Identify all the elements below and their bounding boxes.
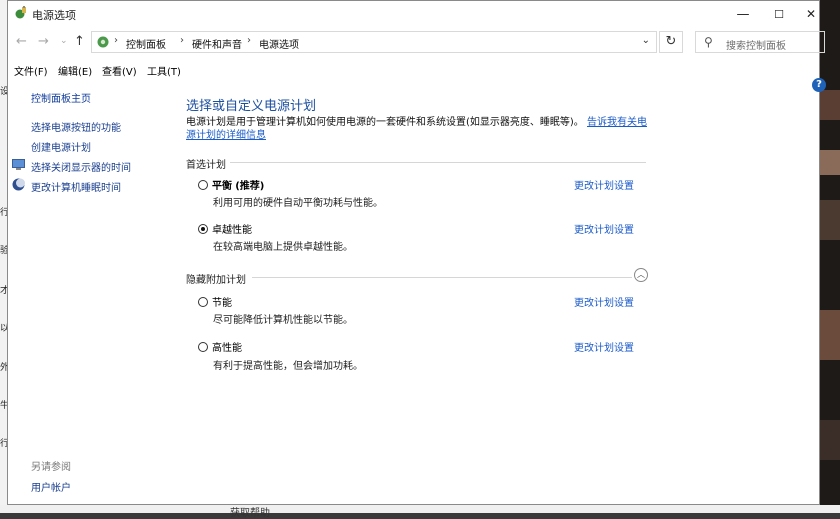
user-accounts-link[interactable]: 用户帐户 xyxy=(31,479,71,494)
collapse-chevron-up-icon[interactable]: ︿ xyxy=(634,268,648,282)
menu-edit[interactable]: 编辑(E) xyxy=(58,63,92,78)
search-box[interactable]: ⚲ 搜索控制面板 xyxy=(695,31,825,53)
maximize-button[interactable]: ☐ xyxy=(762,1,796,27)
plan-name-balanced-text: 平衡 xyxy=(212,181,232,192)
close-button[interactable]: ✕ xyxy=(794,1,828,27)
background-photo-strip xyxy=(820,0,840,513)
address-dropdown-chevron-icon[interactable]: ⌄ xyxy=(642,35,650,46)
plan-desc-high-performance: 有利于提高性能，但会增加功耗。 xyxy=(213,361,363,372)
plan-radio-power-saver[interactable] xyxy=(198,297,208,307)
search-icon: ⚲ xyxy=(704,35,713,49)
plan-name-power-saver: 节能 xyxy=(212,298,232,309)
sidebar-item-power-button-function[interactable]: 选择电源按钮的功能 xyxy=(31,119,121,134)
plan-desc-balanced: 利用可用的硬件自动平衡功耗与性能。 xyxy=(213,198,383,209)
description-text: 电源计划是用于管理计算机如何使用电源的一套硬件和系统设置(如显示器亮度、睡眠等)… xyxy=(186,117,584,128)
menu-view[interactable]: 查看(V) xyxy=(102,63,137,78)
window-title: 电源选项 xyxy=(32,9,76,22)
background-window-bottom xyxy=(0,505,840,513)
power-options-window: 电源选项 — ☐ ✕ ← → ⌄ ↑ › 控制面板 › 硬件和声音 › 电源选项… xyxy=(7,0,825,505)
refresh-button[interactable]: ↻ xyxy=(659,31,683,53)
change-plan-settings-link-power-saver[interactable]: 更改计划设置 xyxy=(574,294,634,309)
control-panel-icon xyxy=(97,36,109,48)
page-description: 电源计划是用于管理计算机如何使用电源的一套硬件和系统设置(如显示器亮度、睡眠等)… xyxy=(186,116,648,142)
plan-recommended-suffix: (推荐) xyxy=(235,181,265,192)
breadcrumb-separator[interactable]: › xyxy=(180,35,184,46)
plan-name-high-performance: 高性能 xyxy=(212,343,242,354)
refresh-icon: ↻ xyxy=(665,34,677,49)
preferred-plans-heading: 首选计划 xyxy=(186,160,226,171)
plan-radio-ultimate-performance[interactable] xyxy=(198,224,208,234)
change-plan-settings-link-ultimate[interactable]: 更改计划设置 xyxy=(574,221,634,236)
plan-name-ultimate-performance: 卓越性能 xyxy=(212,225,252,236)
plan-desc-power-saver: 尽可能降低计算机性能以节能。 xyxy=(213,315,353,326)
change-plan-settings-link-high-performance[interactable]: 更改计划设置 xyxy=(574,339,634,354)
page-title: 选择或自定义电源计划 xyxy=(186,99,317,114)
navigation-bar: ← → ⌄ ↑ › 控制面板 › 硬件和声音 › 电源选项 ⌄ ↻ ⚲ 搜索控制… xyxy=(8,27,825,57)
breadcrumb-separator[interactable]: › xyxy=(247,35,251,46)
breadcrumb-control-panel[interactable]: 控制面板 xyxy=(126,36,166,51)
breadcrumb-power-options[interactable]: 电源选项 xyxy=(259,36,299,51)
power-options-icon xyxy=(15,6,26,19)
display-off-icon xyxy=(12,159,25,170)
hidden-plans-heading: 隐藏附加计划 xyxy=(186,275,246,286)
recent-locations-chevron-icon[interactable]: ⌄ xyxy=(60,36,68,46)
control-panel-home-link[interactable]: 控制面板主页 xyxy=(31,90,91,105)
sidebar-item-display-off-time[interactable]: 选择关闭显示器的时间 xyxy=(31,159,131,174)
left-sidebar: 控制面板主页 选择电源按钮的功能 创建电源计划 选择关闭显示器的时间 更改计算机… xyxy=(8,81,168,501)
sleep-moon-icon xyxy=(12,178,25,191)
sidebar-item-create-power-plan[interactable]: 创建电源计划 xyxy=(31,139,91,154)
see-also-heading: 另请参阅 xyxy=(31,462,71,473)
minimize-button[interactable]: — xyxy=(726,1,760,27)
section-divider xyxy=(252,277,632,278)
breadcrumb-separator: › xyxy=(114,35,118,46)
search-input-placeholder[interactable]: 搜索控制面板 xyxy=(726,37,786,52)
background-get-help-text: 获取帮助 xyxy=(230,508,270,519)
menu-file[interactable]: 文件(F) xyxy=(14,63,48,78)
plan-name-balanced: 平衡 (推荐) xyxy=(212,177,264,192)
back-arrow-icon[interactable]: ← xyxy=(16,34,27,49)
change-plan-settings-link-balanced[interactable]: 更改计划设置 xyxy=(574,177,634,192)
up-arrow-icon[interactable]: ↑ xyxy=(74,34,85,49)
title-bar: 电源选项 — ☐ ✕ xyxy=(8,1,819,27)
plan-radio-high-performance[interactable] xyxy=(198,342,208,352)
menu-bar: 文件(F) 编辑(E) 查看(V) 工具(T) xyxy=(8,59,819,79)
address-box[interactable]: › 控制面板 › 硬件和声音 › 电源选项 ⌄ xyxy=(91,31,657,53)
breadcrumb-hardware-sound[interactable]: 硬件和声音 xyxy=(192,36,242,51)
plan-desc-ultimate-performance: 在较高端电脑上提供卓越性能。 xyxy=(213,242,353,253)
sidebar-item-sleep-time[interactable]: 更改计算机睡眠时间 xyxy=(31,179,121,194)
forward-arrow-icon[interactable]: → xyxy=(38,34,49,49)
help-icon[interactable]: ? xyxy=(812,78,826,92)
plan-radio-balanced[interactable] xyxy=(198,180,208,190)
menu-tools[interactable]: 工具(T) xyxy=(147,63,181,78)
section-divider xyxy=(230,162,646,163)
